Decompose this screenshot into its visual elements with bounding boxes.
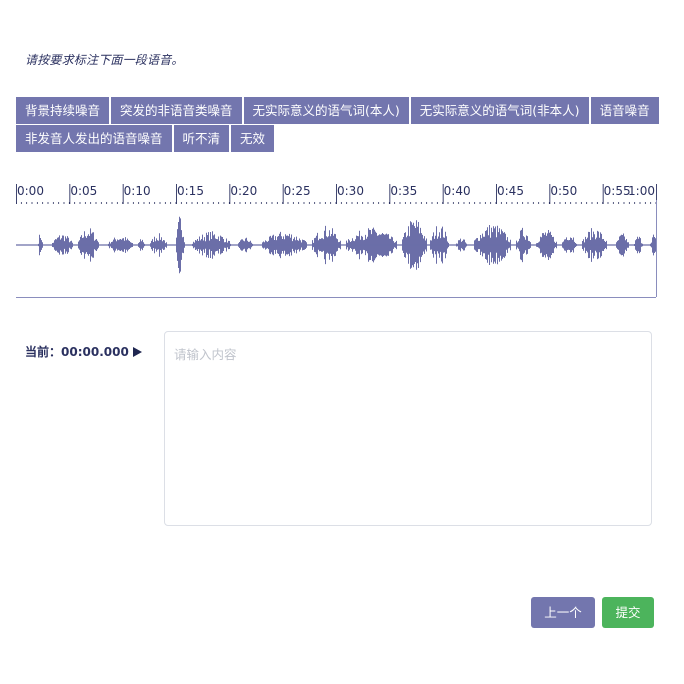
tag-filler-self[interactable]: 无实际意义的语气词(本人) bbox=[243, 97, 409, 124]
timeline-label: 0:50 bbox=[550, 184, 577, 198]
waveform-bars bbox=[16, 216, 656, 274]
current-time-label: 当前： bbox=[25, 345, 62, 359]
timeline-label: 0:25 bbox=[284, 184, 311, 198]
timeline-label: 0:40 bbox=[444, 184, 471, 198]
timeline-label: 0:05 bbox=[70, 184, 97, 198]
timeline-label: 0:00 bbox=[17, 184, 44, 198]
instruction-text: 请按要求标注下面一段语音。 bbox=[25, 53, 184, 67]
timeline-label: 0:10 bbox=[124, 184, 151, 198]
tag-background-noise[interactable]: 背景持续噪音 bbox=[16, 97, 110, 124]
annotation-input[interactable] bbox=[164, 331, 652, 526]
tag-invalid[interactable]: 无效 bbox=[231, 125, 275, 152]
tag-non-speaker-speech-noise[interactable]: 非发音人发出的语音噪音 bbox=[16, 125, 172, 152]
tag-unclear[interactable]: 听不清 bbox=[173, 125, 230, 152]
audio-waveform[interactable] bbox=[16, 200, 656, 297]
current-time-value: 00:00.000 bbox=[61, 345, 129, 359]
timeline-label: 0:35 bbox=[390, 184, 417, 198]
play-button[interactable] bbox=[130, 344, 144, 358]
previous-button[interactable]: 上一个 bbox=[531, 597, 595, 628]
current-time-display: 当前：00:00.000 bbox=[25, 343, 129, 360]
timeline-label: 0:30 bbox=[337, 184, 364, 198]
tag-speech-noise[interactable]: 语音噪音 bbox=[590, 97, 659, 124]
timeline-label: 0:55 bbox=[604, 184, 631, 198]
timeline-label: 0:15 bbox=[177, 184, 204, 198]
timeline-label: 1:00 bbox=[628, 184, 655, 198]
tag-group: 背景持续噪音 突发的非语音类噪音 无实际意义的语气词(本人) 无实际意义的语气词… bbox=[16, 97, 659, 153]
tag-row-2: 非发音人发出的语音噪音 听不清 无效 bbox=[16, 125, 646, 152]
tag-row-1: 背景持续噪音 突发的非语音类噪音 无实际意义的语气词(本人) 无实际意义的语气词… bbox=[16, 97, 659, 124]
tag-sudden-non-speech-noise[interactable]: 突发的非语音类噪音 bbox=[111, 97, 242, 124]
timeline-label: 0:20 bbox=[230, 184, 257, 198]
submit-button[interactable]: 提交 bbox=[602, 597, 654, 628]
annotation-page: 请按要求标注下面一段语音。 背景持续噪音 突发的非语音类噪音 无实际意义的语气词… bbox=[0, 0, 684, 684]
play-icon bbox=[133, 347, 142, 357]
timeline-label: 0:45 bbox=[497, 184, 524, 198]
waveform-end-line bbox=[655, 200, 657, 297]
tag-filler-other[interactable]: 无实际意义的语气词(非本人) bbox=[410, 97, 589, 124]
waveform-panel[interactable] bbox=[16, 200, 657, 298]
